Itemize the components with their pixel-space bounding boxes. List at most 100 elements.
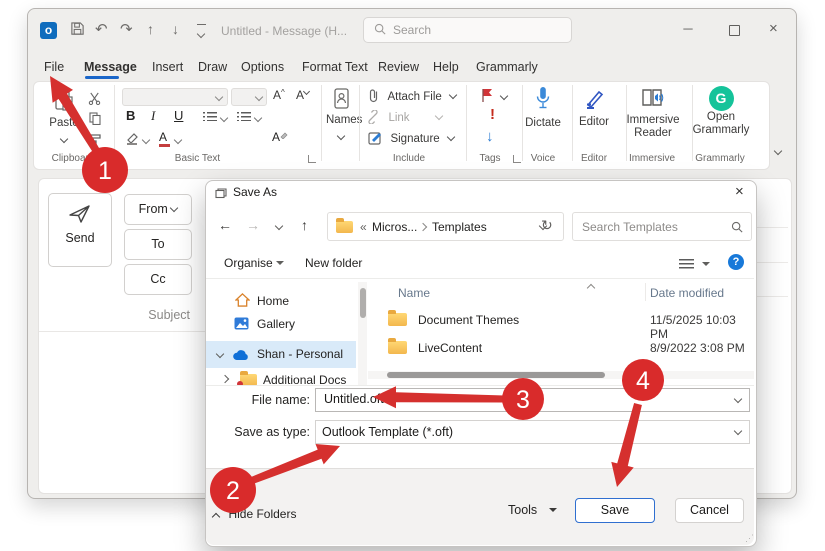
dialog-search-input[interactable]: Search Templates <box>572 212 752 241</box>
highlight-color-icon[interactable] <box>125 132 139 150</box>
paste-button[interactable]: Paste <box>46 88 82 146</box>
font-name-combobox[interactable] <box>122 88 228 106</box>
save-as-type-dropdown-icon[interactable] <box>734 427 742 435</box>
link-button[interactable]: Link <box>366 110 442 129</box>
basic-text-dialog-launcher-icon[interactable] <box>308 155 316 163</box>
clear-formatting-icon[interactable]: A <box>272 130 288 144</box>
send-button[interactable]: Send <box>48 193 112 267</box>
editor-button[interactable]: Editor <box>576 87 612 128</box>
save-as-type-select[interactable]: Outlook Template (*.oft) <box>315 420 750 444</box>
menu-review[interactable]: Review <box>378 60 419 74</box>
save-icon[interactable] <box>70 21 85 39</box>
to-button[interactable]: To <box>124 229 192 260</box>
attach-file-button[interactable]: Attach File <box>368 88 456 108</box>
file-row-livecontent[interactable]: LiveContent 8/9/2022 3:08 PM <box>370 334 754 361</box>
organise-button[interactable]: Organise <box>224 256 284 270</box>
menu-format-text[interactable]: Format Text <box>302 60 368 74</box>
names-button[interactable]: Names <box>326 88 356 144</box>
font-color-icon[interactable]: A <box>159 130 170 147</box>
file-name-input[interactable] <box>322 391 726 407</box>
view-options-icon[interactable] <box>679 257 710 275</box>
file-name-dropdown-icon[interactable] <box>734 395 742 403</box>
high-importance-icon[interactable]: ! <box>490 106 495 123</box>
cut-icon[interactable] <box>88 92 101 110</box>
breadcrumb-ellipsis[interactable]: « <box>360 220 367 234</box>
cancel-button[interactable]: Cancel <box>675 498 744 523</box>
underline-icon[interactable]: U <box>174 108 183 123</box>
column-header-name[interactable]: Name <box>398 286 430 300</box>
file-row-document-themes[interactable]: Document Themes 11/5/2025 10:03 PM <box>370 306 754 333</box>
redo-icon[interactable]: ↷ <box>120 20 133 38</box>
bullet-list-icon[interactable] <box>203 112 217 121</box>
forward-icon[interactable]: → <box>246 217 260 233</box>
column-header-date-modified[interactable]: Date modified <box>650 286 724 300</box>
tools-button[interactable]: Tools <box>508 503 557 517</box>
tags-dialog-launcher-icon[interactable] <box>513 155 521 163</box>
numbered-list-icon[interactable] <box>237 112 251 121</box>
immersive-group-label: Immersive <box>624 153 680 164</box>
follow-up-flag-icon[interactable] <box>481 88 494 108</box>
column-divider <box>645 283 646 301</box>
file-list-hscrollbar[interactable] <box>368 371 754 379</box>
search-icon <box>374 23 386 38</box>
titlebar-search-input[interactable]: Search <box>363 17 572 43</box>
move-up-icon[interactable]: ↑ <box>147 21 154 37</box>
grow-font-icon[interactable]: A^ <box>273 88 285 102</box>
new-folder-button[interactable]: New folder <box>305 256 362 270</box>
menu-draw[interactable]: Draw <box>198 60 227 74</box>
minimize-icon[interactable]: ─ <box>680 21 696 36</box>
dictate-button[interactable]: Dictate <box>524 86 562 129</box>
cc-button[interactable]: Cc <box>124 264 192 295</box>
sidebar-item-shan-personal[interactable]: Shan - Personal <box>206 341 356 368</box>
italic-icon[interactable]: I <box>151 108 155 124</box>
menu-file[interactable]: File <box>44 60 64 74</box>
sidebar-item-additional-docs[interactable]: Additional Docs <box>206 371 356 386</box>
breadcrumb-root[interactable]: Micros... <box>372 220 417 234</box>
move-down-icon[interactable]: ↓ <box>172 21 179 37</box>
breadcrumb-current[interactable]: Templates <box>432 220 487 234</box>
signature-button[interactable]: Signature <box>368 131 454 150</box>
clipboard-dialog-launcher-icon[interactable] <box>104 155 112 163</box>
menu-grammarly[interactable]: Grammarly <box>476 60 538 74</box>
copy-icon[interactable] <box>89 112 101 130</box>
file-name-input-wrap[interactable] <box>315 388 750 412</box>
back-icon[interactable]: ← <box>218 217 232 233</box>
sidebar-item-gallery[interactable]: Gallery <box>206 313 356 338</box>
sidebar-scrollbar[interactable] <box>358 282 367 385</box>
open-grammarly-button[interactable]: G Open Grammarly <box>692 86 750 137</box>
customize-qat-icon[interactable] <box>197 24 206 40</box>
filename-separator <box>206 385 754 386</box>
tags-group-label: Tags <box>470 153 510 164</box>
dialog-close-icon[interactable]: × <box>735 183 744 200</box>
close-icon[interactable]: × <box>769 20 778 37</box>
bold-icon[interactable]: B <box>126 108 135 123</box>
save-button[interactable]: Save <box>575 498 655 523</box>
format-painter-icon[interactable] <box>89 133 102 151</box>
maximize-icon[interactable] <box>729 25 740 36</box>
menu-message[interactable]: Message <box>84 60 137 74</box>
hide-folders-button[interactable]: Hide Folders <box>213 505 296 523</box>
low-importance-icon[interactable]: ↓ <box>486 128 494 145</box>
refresh-icon[interactable]: ↻ <box>541 217 553 234</box>
undo-icon[interactable]: ↶ <box>95 20 108 38</box>
breadcrumb-bar[interactable]: « Micros... Templates <box>327 212 564 241</box>
from-button[interactable]: From <box>124 194 192 225</box>
toolbar-separator <box>206 278 754 279</box>
up-icon[interactable]: ↑ <box>301 217 308 233</box>
chevron-down-icon[interactable] <box>216 350 224 358</box>
search-icon <box>731 220 743 238</box>
menu-insert[interactable]: Insert <box>152 60 183 74</box>
immersive-reader-button[interactable]: Immersive Reader <box>625 87 681 140</box>
ribbon-divider <box>114 85 115 161</box>
scrollbar-thumb[interactable] <box>387 372 605 378</box>
scrollbar-thumb[interactable] <box>360 288 366 318</box>
menu-options[interactable]: Options <box>241 60 284 74</box>
help-icon[interactable]: ? <box>728 254 744 270</box>
sidebar-item-home[interactable]: Home <box>206 290 356 315</box>
shrink-font-icon[interactable]: A <box>296 88 309 102</box>
font-size-combobox[interactable] <box>231 88 267 106</box>
resize-grip-icon[interactable]: ⋰ <box>745 533 754 544</box>
chevron-right-icon[interactable] <box>221 375 229 383</box>
outlook-app-icon: o <box>40 22 57 39</box>
menu-help[interactable]: Help <box>433 60 459 74</box>
